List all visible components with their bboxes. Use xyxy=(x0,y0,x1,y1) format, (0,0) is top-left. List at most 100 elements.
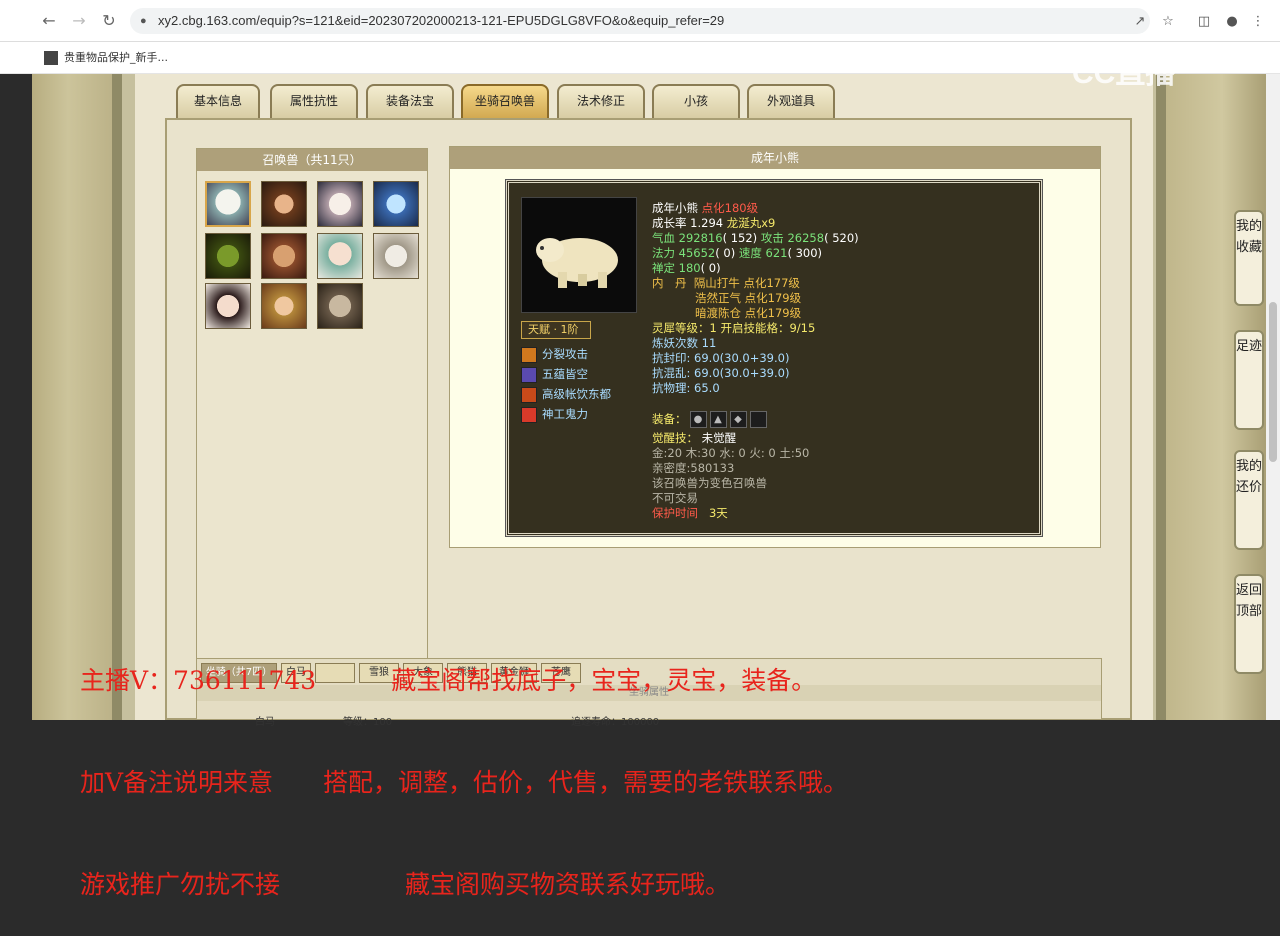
pill-count: 龙涎丸x9 xyxy=(726,216,776,230)
favicon-icon xyxy=(44,51,58,65)
url-text: xy2.cbg.163.com/equip?s=121&eid=20230720… xyxy=(158,13,725,28)
menu-icon[interactable]: ⋮ xyxy=(1250,14,1266,30)
my-favorites-button[interactable]: 我的收藏 xyxy=(1234,210,1264,306)
back-to-top-button[interactable]: 返回顶部 xyxy=(1234,574,1264,674)
zen-line: 禅定 180( 0) xyxy=(652,261,721,276)
zen-label: 禅定 xyxy=(652,261,675,275)
spd-extra: ( 300) xyxy=(787,246,823,260)
lianyao-count: 炼妖次数 11 xyxy=(652,336,717,350)
atk-extra: ( 520) xyxy=(824,231,859,245)
footprint-button[interactable]: 足迹 xyxy=(1234,330,1264,430)
pet-thumb[interactable] xyxy=(205,283,251,329)
mp-label: 法力 xyxy=(652,246,675,260)
pet-thumb[interactable] xyxy=(261,283,307,329)
back-icon[interactable]: ← xyxy=(40,12,58,30)
growth-line: 成长率 1.294 龙涎丸x9 xyxy=(652,216,775,231)
pet-thumb[interactable] xyxy=(261,181,307,227)
tab-mount-pets[interactable]: 坐骑召唤兽 xyxy=(461,84,549,118)
spd-label: 速度 xyxy=(738,246,762,260)
page-scrollbar[interactable] xyxy=(1266,74,1280,720)
skill-icon xyxy=(521,346,537,363)
pet-enhance-tag: 点化180级 xyxy=(701,201,759,215)
skill-label: 五蕴皆空 xyxy=(542,367,588,381)
sidepanel-icon[interactable]: ◫ xyxy=(1196,14,1212,30)
overlay-line: 主播V：736111743 藏宝阁帮找底子，宝宝，灵宝，装备。 xyxy=(80,666,817,695)
skill-icon xyxy=(521,406,537,423)
awaken-value: 未觉醒 xyxy=(701,431,737,445)
awaken-line: 觉醒技： 未觉醒 xyxy=(652,431,736,446)
bookmark-item[interactable]: 贵重物品保护_新手... xyxy=(44,49,168,65)
pet-list-title: 召唤兽（共11只） xyxy=(197,149,427,171)
pet-thumb-bear[interactable] xyxy=(205,181,251,227)
mp-value: 45652 xyxy=(678,246,716,260)
pet-thumb[interactable] xyxy=(373,181,419,227)
skill-item[interactable]: 神工鬼力 xyxy=(521,405,588,423)
tab-spell-mod[interactable]: 法术修正 xyxy=(557,84,645,118)
hp-label: 气血 xyxy=(652,231,675,245)
atk-value: 26258 xyxy=(787,231,825,245)
resist-physical: 抗物理: 65.0 xyxy=(652,381,720,395)
zen-extra: ( 0) xyxy=(700,261,721,275)
equip-slot-icon[interactable]: ▲ xyxy=(709,411,727,428)
skill-icon xyxy=(521,386,537,403)
skill-item[interactable]: 高级帐饮东都 xyxy=(521,385,611,403)
scrollbar-thumb[interactable] xyxy=(1269,302,1277,462)
intimacy: 亲密度:580133 xyxy=(652,461,735,475)
pet-thumb[interactable] xyxy=(261,233,307,279)
hp-atk-line: 气血 292816( 152) 攻击 26258( 520) xyxy=(652,231,859,246)
tab-equipment[interactable]: 装备法宝 xyxy=(366,84,454,118)
equip-slot-icon[interactable]: ◆ xyxy=(729,411,747,428)
star-icon[interactable]: ☆ xyxy=(1160,14,1176,30)
neidan-label: 内 丹 xyxy=(652,276,687,290)
spd-value: 621 xyxy=(765,246,788,260)
skill-label: 高级帐饮东都 xyxy=(542,387,611,401)
share-icon[interactable]: ↗ xyxy=(1132,14,1148,30)
atk-label: 攻击 xyxy=(760,231,784,245)
skill-label: 神工鬼力 xyxy=(542,407,588,421)
pet-thumb[interactable] xyxy=(317,181,363,227)
neidan-item: 浩然正气 点化179级 xyxy=(695,291,802,305)
tab-child[interactable]: 小孩 xyxy=(652,84,740,118)
skill-icon xyxy=(521,366,537,383)
growth: 成长率 1.294 xyxy=(652,216,724,230)
mp-spd-line: 法力 45652( 0) 速度 621( 300) xyxy=(652,246,822,261)
protect-line: 保护时间 3天 xyxy=(652,506,728,521)
skill-item[interactable]: 五蕴皆空 xyxy=(521,365,588,383)
cc-live-watermark: CC直播 xyxy=(1072,57,1176,90)
lingxi-label: 灵犀等级： xyxy=(652,321,710,335)
pet-thumb[interactable] xyxy=(205,233,251,279)
skill-item[interactable]: 分裂攻击 xyxy=(521,345,588,363)
equip-slot-icon[interactable] xyxy=(749,411,767,428)
neidan-item: 暗渡陈仓 点化179级 xyxy=(695,306,802,320)
lock-icon: ● xyxy=(140,15,147,27)
resist-chaos: 抗混乱: 69.0(30.0+39.0) xyxy=(652,366,790,380)
equip-label: 装备： xyxy=(652,412,687,426)
bookmark-label: 贵重物品保护_新手... xyxy=(64,51,168,64)
reload-icon[interactable]: ↻ xyxy=(100,12,118,30)
my-counteroffer-button[interactable]: 我的还价 xyxy=(1234,450,1264,550)
variant-note: 该召唤兽为变色召唤兽 xyxy=(652,476,767,490)
equip-line: 装备： ● ▲ ◆ xyxy=(652,411,767,428)
pet-thumb[interactable] xyxy=(317,233,363,279)
forward-icon[interactable]: → xyxy=(70,12,88,30)
pet-info-card: 成年小熊 点化180级 成长率 1.294 龙涎丸x9 气血 292816( 1… xyxy=(505,179,1043,537)
pet-detail-title: 成年小熊 xyxy=(450,147,1100,169)
pet-thumb[interactable] xyxy=(317,283,363,329)
tab-basic-info[interactable]: 基本信息 xyxy=(176,84,260,118)
mp-extra: ( 0) xyxy=(715,246,736,260)
pet-thumb[interactable] xyxy=(373,233,419,279)
resist-seal: 抗封印: 69.0(30.0+39.0) xyxy=(652,351,790,365)
tab-attributes[interactable]: 属性抗性 xyxy=(270,84,358,118)
talent-badge: 天赋 · 1阶 xyxy=(521,321,591,339)
streamer-overlay: 主播V：736111743 藏宝阁帮找底子，宝宝，灵宝，装备。 加V备注说明来意… xyxy=(80,596,848,936)
awaken-label: 觉醒技： xyxy=(652,431,698,445)
element-stats: 金:20 木:30 水: 0 火: 0 土:50 xyxy=(652,446,810,460)
pet-name: 成年小熊 xyxy=(652,201,698,215)
address-bar[interactable]: ● xy2.cbg.163.com/equip?s=121&eid=202307… xyxy=(130,8,1150,34)
tab-appearance[interactable]: 外观道具 xyxy=(747,84,835,118)
profile-icon[interactable]: ● xyxy=(1224,14,1240,30)
browser-toolbar: ← → ↻ ● xy2.cbg.163.com/equip?s=121&eid=… xyxy=(0,0,1280,42)
equip-slot-icon[interactable]: ● xyxy=(689,411,707,428)
protect-value: 3天 xyxy=(708,506,728,520)
hp-value: 292816 xyxy=(678,231,723,245)
